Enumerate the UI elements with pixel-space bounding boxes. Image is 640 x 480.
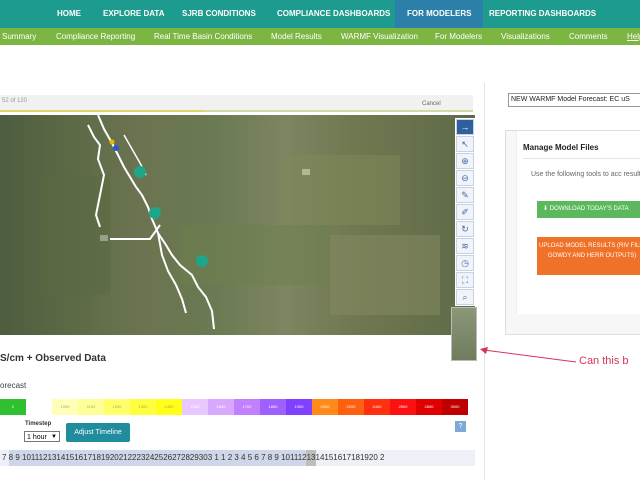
panel-body: Manage Model Files Use the following too… <box>516 131 640 314</box>
legend-title: S/cm + Observed Data <box>0 353 106 364</box>
map-field-patch <box>280 155 400 225</box>
color-scale-cell: 2200 <box>338 399 364 415</box>
manage-model-files-panel: Manage Model Files Use the following too… <box>505 130 640 335</box>
upload-model-results-button[interactable]: UPLOAD MODEL RESULTS (RIV FILE, GOWDY AN… <box>537 237 640 275</box>
color-scale-cell <box>26 399 52 415</box>
station-marker <box>196 255 208 267</box>
timestep-select[interactable]: 1 hour ▼ <box>24 431 60 442</box>
color-scale-cell: 3000 <box>442 399 468 415</box>
subnav-model-results[interactable]: Model Results <box>271 28 322 45</box>
map-toolbar: → ↖ ⊕ ⊖ ✎ ✐ ↻ ≋ ◷ ⛶ ⌕ <box>455 118 475 306</box>
pencil-icon[interactable]: ✎ <box>456 187 474 203</box>
layers-icon[interactable]: ≋ <box>456 238 474 254</box>
model-forecast-select[interactable]: NEW WARMF Model Forecast: EC uS <box>508 93 640 107</box>
annotation-text: Can this b <box>579 355 629 367</box>
subnav-help[interactable]: Help <box>627 28 640 45</box>
color-scale-cell: 1900 <box>286 399 312 415</box>
download-data-button[interactable]: ⬇ DOWNLOAD TODAY'S DATA <box>537 201 640 218</box>
subnav-summary[interactable]: Summary <box>2 28 36 45</box>
map-field-patch <box>330 235 440 315</box>
loading-count: 52 of 120 <box>2 98 28 104</box>
station-marker <box>149 207 161 219</box>
zoom-in-icon[interactable]: ⊕ <box>456 153 474 169</box>
loading-progress-fill <box>0 110 205 112</box>
annotation-arrow-line <box>483 349 577 363</box>
loading-bar: 52 of 120 Cancel <box>0 95 473 112</box>
color-scale-cell: 1500 <box>182 399 208 415</box>
color-scale-cell: 1100 <box>78 399 104 415</box>
pointer-icon[interactable]: ↖ <box>456 136 474 152</box>
station-marker-small <box>113 145 119 151</box>
subnav-compliance-reporting[interactable]: Compliance Reporting <box>56 28 135 45</box>
nav-home[interactable]: HOME <box>57 0 81 28</box>
edit-icon[interactable]: ✐ <box>456 204 474 220</box>
nav-for-modelers[interactable]: FOR MODELERS <box>395 0 484 28</box>
color-scale-cell: 1800 <box>260 399 286 415</box>
nav-sjrb-conditions[interactable]: SJRB CONDITIONS <box>182 0 256 28</box>
basemap-thumbnail[interactable] <box>451 307 477 361</box>
adjust-timeline-button[interactable]: Adjust Timeline <box>66 423 130 442</box>
refresh-icon[interactable]: ↻ <box>456 221 474 237</box>
timeline-ticks: 7 8 9 1011121314151617181920212223242526… <box>2 453 385 462</box>
download-icon: ⬇ <box>543 206 550 212</box>
cancel-link[interactable]: Cancel <box>422 101 441 107</box>
subnav-real-time-basin-conditions[interactable]: Real Time Basin Conditions <box>154 28 252 45</box>
satellite-map[interactable] <box>0 115 475 335</box>
annotation-arrow <box>480 347 577 363</box>
map-grey-patch <box>100 235 108 241</box>
map-grey-patch <box>302 169 310 175</box>
color-scale-cell: 1600 <box>208 399 234 415</box>
timeline-bar[interactable]: 7 8 9 1011121314151617181920212223242526… <box>0 450 475 466</box>
color-scale-cell: 1400 <box>156 399 182 415</box>
color-scale-cell: 0 <box>0 399 26 415</box>
clock-icon[interactable]: ◷ <box>456 255 474 271</box>
color-scale-cell: 1200 <box>104 399 130 415</box>
top-navigation: HOME EXPLORE DATA SJRB CONDITIONS COMPLI… <box>0 0 640 28</box>
subnav-warmf-visualization[interactable]: WARMF Visualization <box>341 28 418 45</box>
color-scale-cell: 2600 <box>390 399 416 415</box>
color-scale-cell: 2800 <box>416 399 442 415</box>
panel-divider <box>523 158 640 159</box>
download-label: DOWNLOAD TODAY'S DATA <box>549 206 629 212</box>
sub-navigation: Summary Compliance Reporting Real Time B… <box>0 28 640 45</box>
help-icon[interactable]: ? <box>455 421 466 432</box>
panel-description: Use the following tools to acc results. <box>531 171 640 178</box>
color-scale-cell: 2000 <box>312 399 338 415</box>
subnav-comments[interactable]: Comments <box>569 28 608 45</box>
zoom-out-icon[interactable]: ⊖ <box>456 170 474 186</box>
forecast-label: orecast <box>0 381 27 390</box>
river-line <box>110 224 161 240</box>
subnav-for-modelers[interactable]: For Modelers <box>435 28 482 45</box>
color-scale-cell: 1000 <box>52 399 78 415</box>
color-scale: 0 1000 1100 1200 1300 1400 1500 1600 1700 1800 190… <box>0 399 468 415</box>
arrow-right-icon[interactable]: → <box>456 119 474 135</box>
column-divider <box>484 83 485 480</box>
color-scale-cell: 1700 <box>234 399 260 415</box>
nav-reporting-dashboards[interactable]: REPORTING DASHBOARDS <box>489 0 596 28</box>
map-overlay <box>40 115 440 330</box>
station-marker <box>134 166 146 178</box>
color-scale-cell: 1300 <box>130 399 156 415</box>
color-scale-cell: 2400 <box>364 399 390 415</box>
chevron-down-icon: ▼ <box>51 434 57 440</box>
nav-explore-data[interactable]: EXPLORE DATA <box>103 0 164 28</box>
map-field-patch <box>180 225 330 285</box>
fullscreen-icon[interactable]: ⛶ <box>456 272 474 288</box>
timestep-value: 1 hour <box>27 434 47 441</box>
nav-compliance-dashboards[interactable]: COMPLIANCE DASHBOARDS <box>277 0 390 28</box>
station-marker-small <box>109 139 115 145</box>
subnav-visualizations[interactable]: Visualizations <box>501 28 550 45</box>
panel-title: Manage Model Files <box>523 143 599 152</box>
search-icon[interactable]: ⌕ <box>456 289 474 305</box>
timestep-label: Timestep <box>25 421 52 427</box>
annotation-arrow-head <box>480 347 488 354</box>
